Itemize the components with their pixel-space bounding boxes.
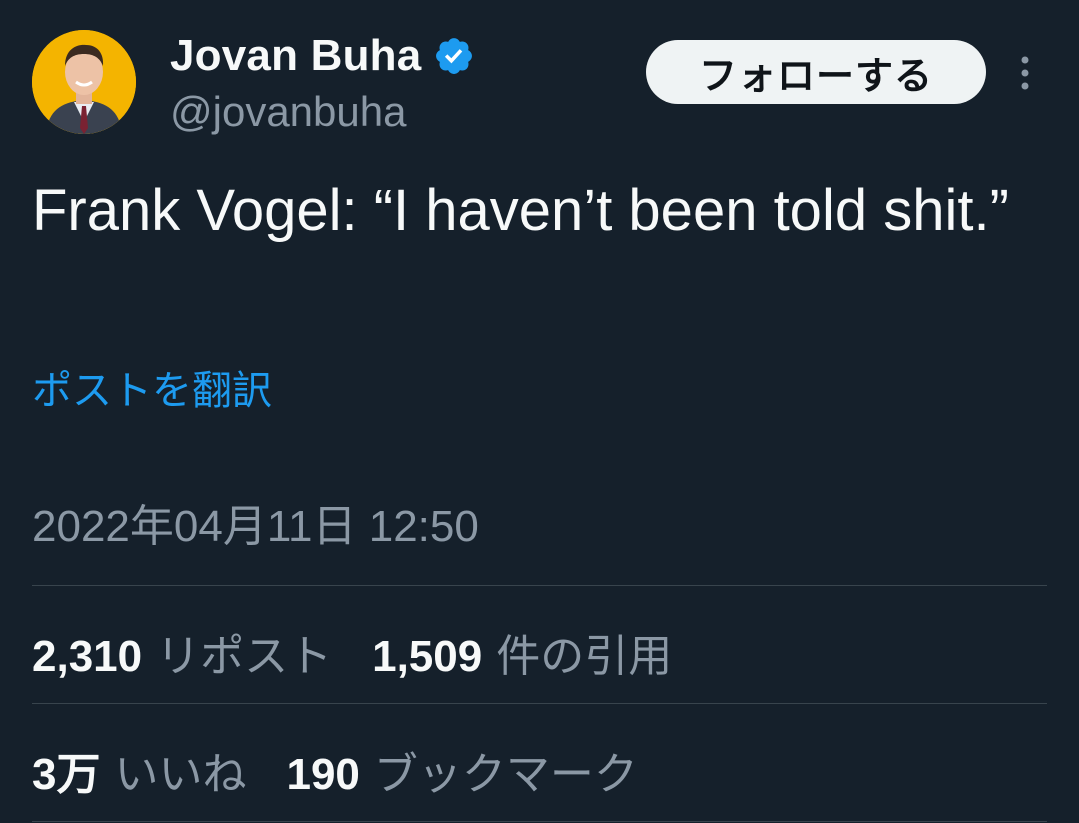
verified-badge-icon[interactable] xyxy=(433,35,475,77)
avatar-image xyxy=(32,30,136,134)
display-name[interactable]: Jovan Buha xyxy=(170,31,421,81)
more-options-icon[interactable] xyxy=(1010,50,1040,96)
quotes-count[interactable]: 1,509 xyxy=(372,632,482,682)
stats-row-likes: 3万 いいね 190 ブックマーク xyxy=(32,738,678,802)
bookmarks-label[interactable]: ブックマーク xyxy=(374,738,638,802)
follow-button[interactable]: フォローする xyxy=(646,40,986,104)
translate-post-link[interactable]: ポストを翻訳 xyxy=(32,358,272,416)
stats-row-reposts: 2,310 リポスト 1,509 件の引用 xyxy=(32,620,712,684)
reposts-label[interactable]: リポスト xyxy=(156,620,332,684)
reposts-count[interactable]: 2,310 xyxy=(32,632,142,682)
tweet-timestamp[interactable]: 2022年04月11日 12:50 xyxy=(32,490,479,554)
likes-count[interactable]: 3万 xyxy=(32,738,100,802)
divider xyxy=(32,821,1047,822)
user-name-block: Jovan Buha @jovanbuha xyxy=(170,28,475,136)
tweet-detail: Jovan Buha @jovanbuha フォローする Frank Vogel… xyxy=(0,0,1079,823)
avatar[interactable] xyxy=(32,30,136,134)
tweet-header: Jovan Buha @jovanbuha フォローする xyxy=(32,28,1047,138)
display-name-row: Jovan Buha xyxy=(170,28,475,84)
bookmarks-count[interactable]: 190 xyxy=(286,750,359,800)
divider xyxy=(32,703,1047,704)
tweet-text: Frank Vogel: “I haven’t been told shit.” xyxy=(32,178,1009,243)
quotes-label[interactable]: 件の引用 xyxy=(496,620,672,684)
likes-label[interactable]: いいね xyxy=(114,738,246,802)
divider xyxy=(32,585,1047,586)
user-handle[interactable]: @jovanbuha xyxy=(170,88,475,136)
